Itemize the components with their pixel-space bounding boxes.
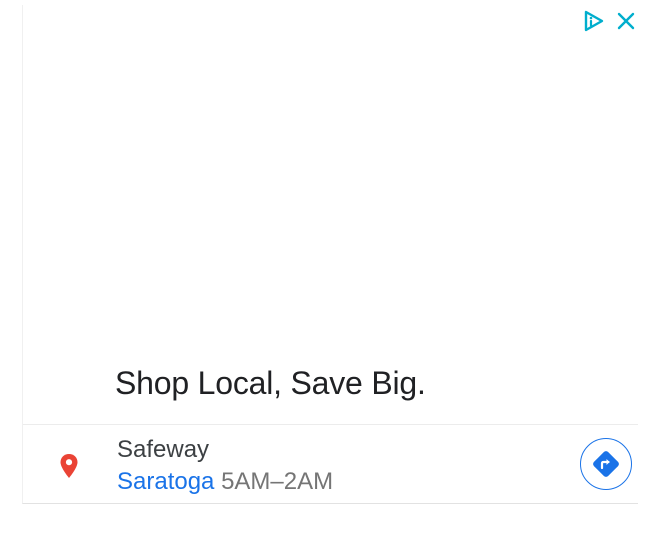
ad-headline[interactable]: Shop Local, Save Big. — [115, 365, 426, 402]
directions-button[interactable] — [580, 438, 632, 490]
adchoices-icon[interactable] — [582, 9, 606, 33]
ad-controls — [582, 9, 638, 33]
store-city-link[interactable]: Saratoga — [117, 468, 214, 495]
map-pin-icon — [60, 454, 78, 478]
close-icon[interactable] — [614, 9, 638, 33]
directions-icon — [593, 451, 619, 477]
store-meta: Saratoga 5AM–2AM — [117, 468, 333, 496]
location-bar[interactable]: Safeway Saratoga 5AM–2AM — [23, 425, 638, 503]
store-hours: 5AM–2AM — [221, 468, 334, 495]
ad-container[interactable]: Shop Local, Save Big. Safeway Saratoga 5… — [22, 5, 638, 504]
store-name[interactable]: Safeway — [117, 436, 209, 464]
ad-creative[interactable] — [23, 5, 638, 425]
